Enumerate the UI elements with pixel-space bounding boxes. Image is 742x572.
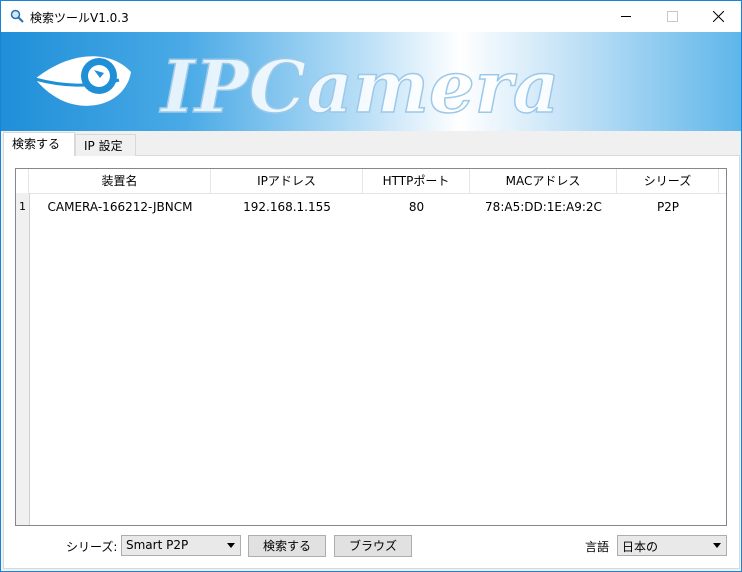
row-number: 1 [19, 200, 26, 213]
maximize-button[interactable] [649, 1, 695, 32]
browse-button[interactable]: ブラウズ [334, 535, 412, 557]
language-select[interactable]: 日本の [617, 535, 727, 556]
header-device-name[interactable]: 装置名 [29, 169, 211, 193]
header-ip[interactable]: IPアドレス [211, 169, 363, 193]
header-mac[interactable]: MACアドレス [470, 169, 617, 193]
cell-series: P2P [656, 200, 680, 214]
eye-logo-icon [34, 56, 131, 106]
app-window: 検索ツールV1.0.3 IPCamera 検索する IP 設定 装置名 IPアド… [0, 0, 742, 572]
close-icon [712, 11, 724, 22]
minimize-button[interactable] [603, 1, 649, 32]
tab-search[interactable]: 検索する [3, 132, 75, 156]
chevron-down-icon [713, 543, 721, 548]
language-select-value: 日本の [622, 540, 659, 554]
banner-graphic: IPCamera [34, 43, 560, 130]
logo-text: IPCamera [159, 44, 559, 129]
maximize-icon [666, 11, 678, 22]
language-label: 言語 [585, 540, 610, 554]
table-header: 装置名 IPアドレス HTTPポート MACアドレス シリーズ [16, 169, 726, 194]
table-row[interactable]: 1 CAMERA-166212-JBNCM 192.168.1.155 80 7… [16, 197, 726, 217]
cell-mac: 78:A5:DD:1E:A9:2C [485, 200, 602, 214]
minimize-icon [621, 16, 631, 17]
cell-device-name: CAMERA-166212-JBNCM [47, 200, 193, 214]
close-button[interactable] [695, 1, 741, 32]
header-rownum [16, 169, 29, 193]
search-button[interactable]: 検索する [248, 535, 326, 557]
tab-ip-settings[interactable]: IP 設定 [75, 134, 136, 156]
series-label: シリーズ: [66, 540, 118, 554]
series-select-value: Smart P2P [126, 538, 189, 552]
window-title: 検索ツールV1.0.3 [30, 11, 129, 25]
cell-http-port: 80 [408, 200, 425, 214]
header-series[interactable]: シリーズ [617, 169, 719, 193]
device-table[interactable]: 装置名 IPアドレス HTTPポート MACアドレス シリーズ 1 CAMERA… [15, 168, 727, 526]
series-select[interactable]: Smart P2P [121, 535, 241, 556]
banner: IPCamera [1, 32, 741, 131]
magnifier-icon [10, 9, 24, 23]
row-header-column [16, 193, 30, 525]
title-bar[interactable]: 検索ツールV1.0.3 [1, 1, 741, 32]
chevron-down-icon [227, 543, 235, 548]
cell-ip: 192.168.1.155 [243, 200, 331, 214]
header-http-port[interactable]: HTTPポート [363, 169, 470, 193]
